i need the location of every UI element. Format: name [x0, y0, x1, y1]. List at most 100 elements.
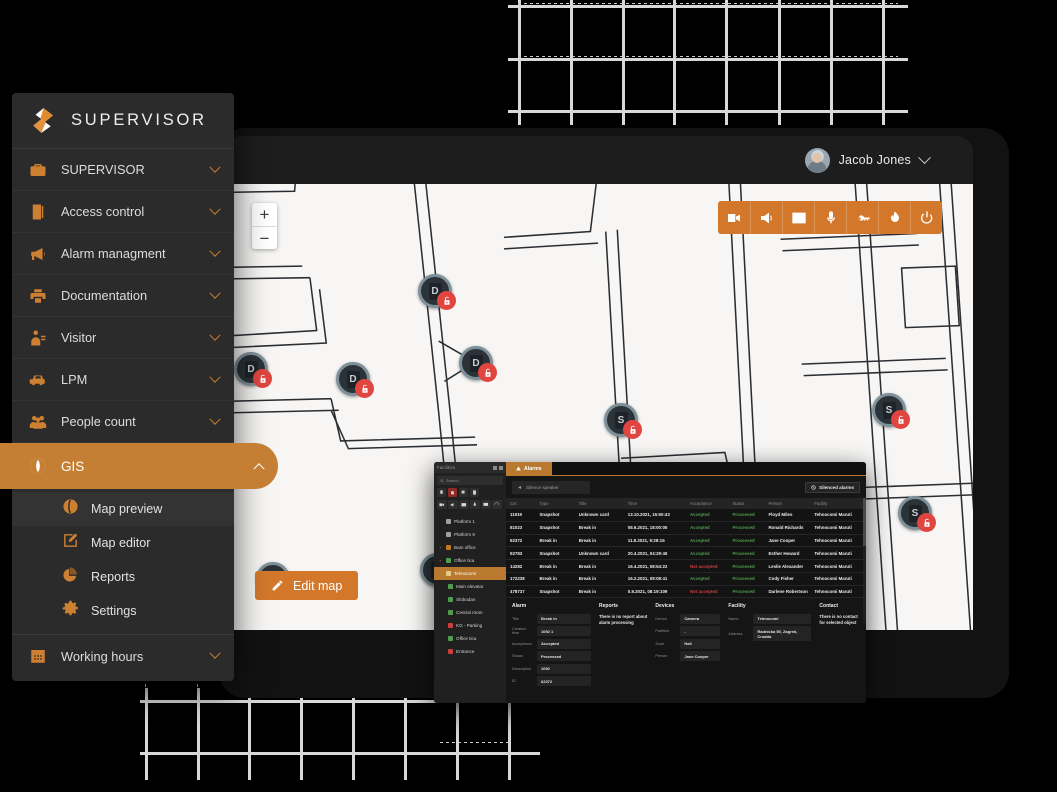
field-value[interactable]: - — [680, 626, 721, 637]
export-icon[interactable] — [470, 488, 479, 497]
sidebar-item-access-control[interactable]: Access control — [12, 191, 234, 233]
cell-title: Break in — [574, 521, 624, 535]
tree-node[interactable]: + Bam office — [434, 541, 506, 554]
tab-alarms[interactable]: Alarms — [506, 462, 552, 475]
alarms-tabbar[interactable]: Alarms — [506, 462, 866, 476]
microphone-icon[interactable] — [470, 500, 480, 509]
calendar-icon — [29, 647, 52, 665]
fire-icon[interactable] — [878, 201, 910, 234]
map-marker[interactable]: S — [872, 393, 910, 429]
window-controls[interactable] — [493, 465, 503, 470]
copy-icon[interactable] — [437, 488, 446, 497]
field-value[interactable]: 1092 1 — [537, 626, 591, 637]
facilities-tool-row[interactable] — [434, 500, 506, 513]
detail-field: Partition - — [655, 626, 721, 637]
table-row[interactable]: 62372 Break in Break in 11.8.2021, 9:28:… — [506, 534, 866, 548]
id-card-icon[interactable] — [782, 201, 814, 234]
sidebar-item-visitor[interactable]: Visitor — [12, 317, 234, 359]
status-square — [446, 571, 451, 576]
tree-node[interactable]: Central room — [434, 606, 506, 619]
map-marker[interactable]: D — [336, 362, 374, 398]
zoom-controls[interactable]: + − — [252, 203, 277, 249]
sidebar-item-lpm[interactable]: LPM — [12, 359, 234, 401]
field-value[interactable]: Tehnocomi — [753, 613, 812, 624]
sidebar-item-people-count[interactable]: People count — [12, 401, 234, 443]
monitor-icon[interactable] — [481, 500, 491, 509]
field-value[interactable]: Radnicka 55, Zagreb, Croatia — [753, 626, 812, 642]
field-key: Zone — [655, 641, 665, 646]
field-key: Status — [512, 654, 523, 659]
key-icon[interactable] — [846, 201, 878, 234]
field-value[interactable]: Hall — [680, 638, 721, 649]
field-value[interactable]: Processed — [537, 651, 591, 662]
map-marker[interactable]: D — [418, 274, 456, 310]
table-row[interactable]: 14282 Break in Break in 16.4.2021, 08:54… — [506, 559, 866, 573]
map-marker[interactable]: D — [234, 352, 272, 388]
sidebar-item-settings[interactable]: Settings — [12, 594, 234, 628]
tree-node-selected[interactable]: − Tehnocomi — [434, 567, 506, 580]
megaphone-icon — [29, 245, 52, 263]
sidebar-item-supervisor[interactable]: SUPERVISOR — [12, 149, 234, 191]
tree-node[interactable]: Platform 1 — [434, 515, 506, 528]
cell-facility: Tehnocomi Maruti — [810, 546, 866, 561]
microphone-icon[interactable] — [814, 201, 846, 234]
sidebar-item-working-hours[interactable]: Working hours — [12, 635, 234, 677]
col-facility: Facility — [810, 498, 866, 509]
table-row[interactable]: 11919 Snapshot Unknown card 13.10.2021, … — [506, 509, 866, 522]
fingerprint-icon[interactable] — [492, 500, 502, 509]
user-menu[interactable]: Jacob Jones — [804, 147, 931, 173]
silenced-alarms-button[interactable]: Silenced alarms — [805, 481, 860, 493]
table-row[interactable]: 478737 Snapshot Break in 0.9.2021, 08:19… — [506, 585, 866, 599]
field-value[interactable]: Break in — [537, 613, 591, 624]
map-marker[interactable]: S — [604, 403, 642, 439]
cell-acceptance: Accepted — [685, 509, 729, 522]
tree-node[interactable]: + Office tica — [434, 554, 506, 567]
alarms-table-wrap[interactable]: Cnt Type Title Time Acceptance Status Pe… — [506, 498, 866, 599]
facilities-button-row[interactable] — [434, 488, 506, 500]
tree-node[interactable]: Slobodan — [434, 593, 506, 606]
id-card-icon[interactable] — [459, 500, 469, 509]
silence-speaker-button[interactable]: Silence speaker — [512, 480, 590, 494]
speaker-icon[interactable] — [448, 500, 458, 509]
duplicate-icon[interactable] — [459, 488, 468, 497]
edit-map-button[interactable]: Edit map — [255, 571, 359, 600]
table-row[interactable]: 172238 Break in Break in 16.2.2021, 08:0… — [506, 572, 866, 586]
tree-node[interactable]: Main elevator — [434, 580, 506, 593]
tree-node[interactable]: Entrance — [434, 645, 506, 658]
sidebar-item-alarm-managment[interactable]: Alarm managment — [12, 233, 234, 275]
zoom-in-button[interactable]: + — [252, 203, 277, 226]
facilities-search[interactable]: Search — [437, 476, 503, 485]
tree-node[interactable]: Office tica — [434, 632, 506, 645]
table-row[interactable]: 92783 Snapshot Unknown card 20.4.2021, 0… — [506, 546, 866, 561]
table-header-row: Cnt Type Title Time Acceptance Status Pe… — [506, 498, 866, 509]
map-device-toolbar[interactable] — [718, 201, 942, 234]
sidebar-item-reports[interactable]: Reports — [12, 560, 234, 594]
tree-node[interactable]: Platform 6 — [434, 528, 506, 541]
alarms-scrollbar[interactable] — [863, 498, 866, 623]
sidebar-gis-submenu: Map preview Map editor Reports Settings — [12, 489, 234, 635]
details-heading: Alarm — [512, 603, 527, 610]
field-value[interactable]: Camera — [680, 613, 721, 624]
globe-icon — [29, 457, 52, 475]
field-value[interactable]: 1092 — [537, 663, 591, 674]
power-icon[interactable] — [910, 201, 942, 234]
sidebar-item-map-preview[interactable]: Map preview — [12, 492, 234, 526]
table-row[interactable]: 81023 Snapshot Break in 08.6.2021, 18:00… — [506, 521, 866, 535]
camera-icon[interactable] — [437, 500, 447, 509]
sidebar-item-gis[interactable]: GIS — [0, 443, 278, 489]
sidebar-item-documentation[interactable]: Documentation — [12, 275, 234, 317]
field-value[interactable]: 62372 — [537, 676, 591, 687]
camera-icon[interactable] — [718, 201, 750, 234]
speaker-icon[interactable] — [750, 201, 782, 234]
cell-title: Break in — [574, 534, 624, 548]
facilities-tree[interactable]: Platform 1 Platform 6 + Bam office + Off… — [434, 513, 506, 658]
map-marker[interactable]: S — [898, 496, 936, 532]
sidebar-item-map-editor[interactable]: Map editor — [12, 526, 234, 560]
tree-node-label: KG - Parking — [456, 623, 483, 628]
tree-node[interactable]: KG - Parking — [434, 619, 506, 632]
field-value[interactable]: Accepted — [537, 638, 591, 649]
zoom-out-button[interactable]: − — [252, 226, 277, 249]
delete-icon[interactable] — [448, 488, 457, 497]
map-marker[interactable]: D — [459, 346, 497, 382]
field-value[interactable]: Jane Cooper — [680, 651, 721, 662]
